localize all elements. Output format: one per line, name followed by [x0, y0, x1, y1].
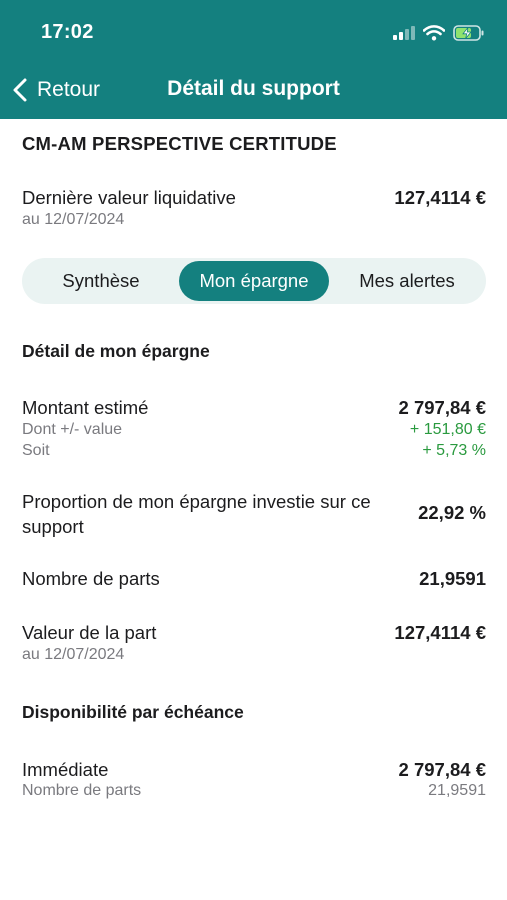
status-time: 17:02 — [41, 21, 94, 43]
nav-label: Dernière valeur liquidative — [22, 187, 236, 208]
wifi-icon — [423, 25, 445, 41]
nav-value: 127,4114 € — [394, 187, 486, 208]
battery-charging-icon — [453, 25, 484, 41]
availability-label: Immédiate — [22, 759, 109, 780]
status-bar: 17:02 — [0, 0, 507, 62]
ratio-value: + 5,73 % — [422, 442, 486, 459]
units-value: 21,9591 — [419, 568, 486, 589]
availability-units-value: 21,9591 — [428, 782, 486, 799]
tab-synthese[interactable]: Synthèse — [27, 261, 175, 301]
proportion-label: Proportion de mon épargne investie sur c… — [22, 491, 371, 537]
tab-mon-epargne[interactable]: Mon épargne — [179, 261, 329, 301]
availability-units-label: Nombre de parts — [22, 782, 142, 799]
status-icons — [393, 22, 485, 44]
cellular-signal-icon — [393, 26, 415, 40]
estimated-amount-label: Montant estimé — [22, 397, 149, 418]
gain-label: Dont +/- value — [22, 421, 123, 438]
units-label: Nombre de parts — [22, 568, 160, 589]
savings-section-title: Détail de mon épargne — [22, 341, 210, 361]
page-title: Détail du support — [167, 77, 340, 100]
tab-mes-alertes[interactable]: Mes alertes — [333, 261, 481, 301]
gain-value: + 151,80 € — [409, 421, 486, 438]
unit-price-label: Valeur de la part — [22, 622, 157, 643]
proportion-value: 22,92 % — [418, 502, 486, 523]
app-header: 17:02 Retour Détail du support — [0, 0, 507, 119]
unit-price-date: au 12/07/2024 — [22, 646, 125, 663]
unit-price-value: 127,4114 € — [394, 622, 486, 643]
estimated-amount-value: 2 797,84 € — [398, 397, 486, 418]
ratio-label: Soit — [22, 442, 50, 459]
nav-date: au 12/07/2024 — [22, 211, 125, 228]
availability-section-title: Disponibilité par échéance — [22, 702, 244, 722]
tab-segmented-control: Synthèse Mon épargne Mes alertes — [22, 258, 486, 304]
navigation-bar: Retour Détail du support — [0, 62, 507, 119]
fund-name: CM-AM PERSPECTIVE CERTITUDE — [22, 133, 337, 154]
availability-value: 2 797,84 € — [398, 759, 486, 780]
